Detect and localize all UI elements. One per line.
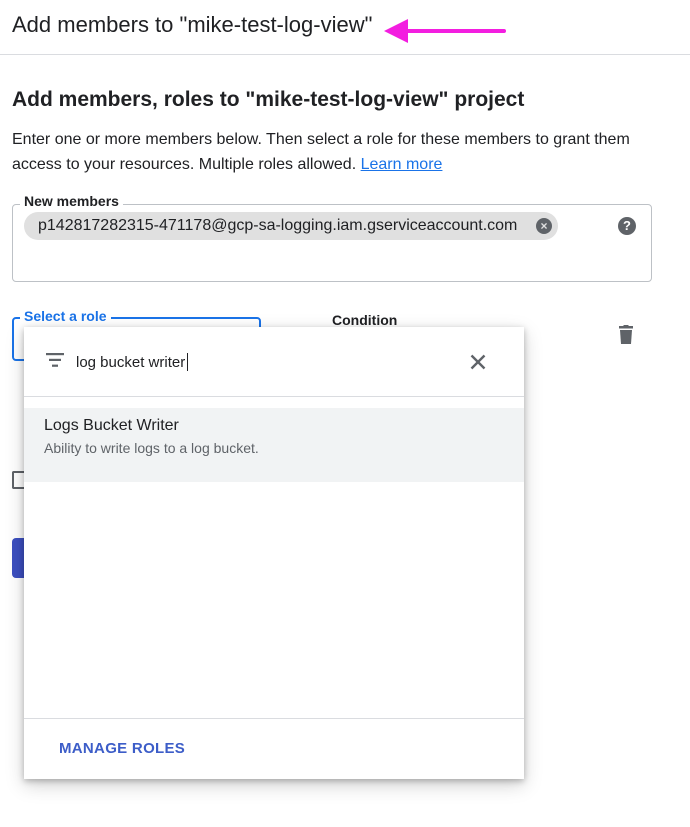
new-members-label: New members	[20, 193, 123, 209]
role-option-title: Logs Bucket Writer	[44, 417, 179, 434]
dialog-title: Add members to "mike-test-log-view"	[12, 12, 373, 37]
annotation-arrow-icon	[384, 19, 506, 43]
trash-icon[interactable]	[617, 325, 635, 345]
learn-more-link[interactable]: Learn more	[361, 156, 443, 173]
member-chip: p142817282315-471178@gcp-sa-logging.iam.…	[24, 212, 558, 240]
dropdown-footer: MANAGE ROLES	[24, 718, 524, 779]
role-option-description: Ability to write logs to a log bucket.	[44, 440, 259, 456]
help-icon[interactable]: ?	[618, 217, 636, 235]
section-title: Add members, roles to "mike-test-log-vie…	[12, 88, 525, 111]
dialog-header: Add members to "mike-test-log-view"	[0, 0, 690, 55]
close-icon[interactable]	[470, 354, 486, 370]
role-option[interactable]: Logs Bucket Writer Ability to write logs…	[24, 408, 524, 482]
role-dropdown: Logs Bucket Writer Ability to write logs…	[24, 327, 524, 779]
chip-remove-icon[interactable]: ×	[536, 218, 552, 234]
member-chip-label: p142817282315-471178@gcp-sa-logging.iam.…	[38, 217, 518, 234]
section-description: Enter one or more members below. Then se…	[12, 127, 672, 177]
filter-icon	[46, 353, 64, 367]
role-select-label: Select a role	[20, 308, 111, 324]
manage-roles-button[interactable]: MANAGE ROLES	[59, 740, 185, 757]
role-search-input[interactable]	[76, 349, 446, 375]
condition-label: Condition	[332, 312, 398, 328]
description-text: Enter one or more members below. Then se…	[12, 131, 630, 173]
text-caret	[187, 353, 188, 371]
role-search-row	[24, 327, 524, 397]
